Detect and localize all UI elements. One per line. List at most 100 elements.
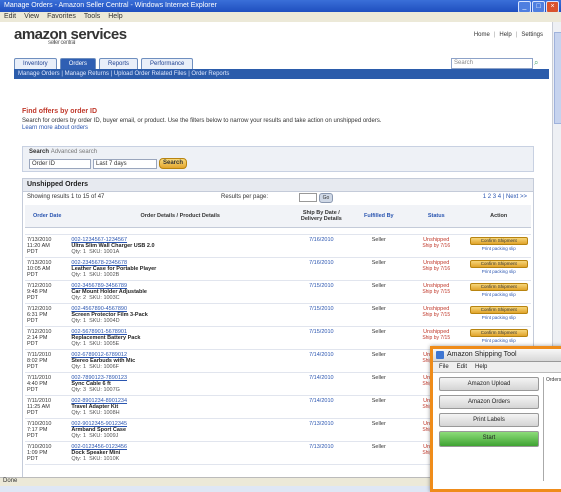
results-per-page-go-button[interactable]: Go xyxy=(319,193,333,203)
menu-view[interactable]: View xyxy=(24,12,39,22)
status-note: Ship by 7/16 xyxy=(422,243,451,249)
popup-side-panel: Orders xyxy=(543,377,561,481)
status-note: Ship by 7/15 xyxy=(422,335,451,341)
order-timezone: PDT xyxy=(27,318,38,324)
status-cell: Unshipped Ship by 7/16 xyxy=(405,234,467,258)
results-per-page-input[interactable] xyxy=(299,193,317,202)
col-fulfilled-by[interactable]: Fulfilled By xyxy=(351,205,406,228)
col-order-date[interactable]: Order Date xyxy=(25,205,70,228)
order-date-cell: 7/10/2010 1:09 PM PDT xyxy=(25,441,70,465)
filter-label: Search Advanced search xyxy=(29,149,97,155)
menu-tools[interactable]: Tools xyxy=(84,12,100,22)
confirm-shipment-button[interactable]: Confirm Shipment xyxy=(469,306,528,314)
print-packing-slip-link[interactable]: Print packing slip xyxy=(468,246,529,251)
scrollbar-thumb[interactable] xyxy=(554,32,561,124)
ship-by-cell: 7/16/2010 xyxy=(291,234,352,258)
confirm-shipment-button[interactable]: Confirm Shipment xyxy=(469,329,528,337)
product-qty: Qty: 1 xyxy=(71,364,87,370)
intro-body: Search for orders by order ID, buyer ema… xyxy=(22,118,382,124)
amazon-upload-button[interactable]: Amazon Upload xyxy=(439,377,539,391)
popup-menu-help[interactable]: Help xyxy=(475,362,487,372)
browser-menubar: Edit View Favorites Tools Help xyxy=(0,12,561,22)
product-meta: Qty: 1 SKU: 1004D xyxy=(71,318,289,324)
site-search-input[interactable]: Search xyxy=(451,58,533,69)
table-row: 7/13/2010 10:05 AM PDT 002-2345678-2345678 L… xyxy=(25,257,531,281)
ship-by-date[interactable]: 7/14/2010 xyxy=(309,375,333,381)
start-button[interactable]: Start xyxy=(439,431,539,447)
order-timezone: PDT xyxy=(27,341,38,347)
fulfilled-by-cell: Seller xyxy=(351,326,406,350)
search-type-select[interactable]: Order ID xyxy=(29,159,91,169)
confirm-shipment-button[interactable]: Confirm Shipment xyxy=(469,237,528,245)
link-help[interactable]: Help xyxy=(499,32,511,38)
order-timezone: PDT xyxy=(27,387,38,393)
popup-menu-file[interactable]: File xyxy=(439,362,449,372)
order-date-cell: 7/10/2010 7:17 PM PDT xyxy=(25,418,70,442)
popup-menubar: File Edit Help xyxy=(433,362,561,373)
ship-by-cell: 7/13/2010 xyxy=(291,418,352,442)
print-labels-button[interactable]: Print Labels xyxy=(439,413,539,427)
ship-by-date[interactable]: 7/14/2010 xyxy=(309,398,333,404)
ship-by-date[interactable]: 7/13/2010 xyxy=(309,421,333,427)
col-action: Action xyxy=(466,205,531,228)
ship-by-date[interactable]: 7/16/2010 xyxy=(309,260,333,266)
order-date-cell: 7/13/2010 10:05 AM PDT xyxy=(25,257,70,281)
separator: | xyxy=(493,32,496,38)
ship-by-date[interactable]: 7/14/2010 xyxy=(309,352,333,358)
search-go-button[interactable]: Search xyxy=(159,158,187,169)
popup-titlebar: Amazon Shipping Tool xyxy=(433,349,561,362)
confirm-shipment-button[interactable]: Confirm Shipment xyxy=(469,283,528,291)
ship-by-date[interactable]: 7/15/2010 xyxy=(309,329,333,335)
ship-by-date[interactable]: 7/15/2010 xyxy=(309,306,333,312)
intro-learn-more-link[interactable]: Learn more about orders xyxy=(22,125,532,131)
ship-by-date[interactable]: 7/15/2010 xyxy=(309,283,333,289)
status-cell: Unshipped Ship by 7/15 xyxy=(405,303,467,327)
product-qty: Qty: 2 xyxy=(71,295,87,301)
order-details-cell: 002-0123456-0123456 Dock Speaker Mini Qty:… xyxy=(69,441,292,465)
orders-panel-header: Unshipped Orders xyxy=(23,179,533,192)
print-packing-slip-link[interactable]: Print packing slip xyxy=(468,315,529,320)
advanced-search-link[interactable]: Advanced search xyxy=(51,149,97,155)
link-settings[interactable]: Settings xyxy=(521,32,543,38)
pagination[interactable]: 1 2 3 4 | Next >> xyxy=(483,194,527,200)
product-meta: Qty: 1 SKU: 1006F xyxy=(71,364,289,370)
order-date-cell: 7/11/2010 11:25 AM PDT xyxy=(25,395,70,419)
orders-subnav[interactable]: Manage Orders | Manage Returns | Upload … xyxy=(14,69,549,79)
ship-by-date[interactable]: 7/13/2010 xyxy=(309,444,333,450)
order-timezone: PDT xyxy=(27,295,38,301)
order-timezone: PDT xyxy=(27,433,38,439)
filter-label-text: Search xyxy=(29,149,50,155)
col-status[interactable]: Status xyxy=(405,205,467,228)
order-timezone: PDT xyxy=(27,456,38,462)
order-details-cell: 002-6789012-6789012 Stereo Earbuds with M… xyxy=(69,349,292,373)
orders-info-bar: Showing results 1 to 15 of 47 Results pe… xyxy=(23,192,533,203)
print-packing-slip-link[interactable]: Print packing slip xyxy=(468,338,529,343)
amazon-orders-button[interactable]: Amazon Orders xyxy=(439,395,539,409)
order-timezone: PDT xyxy=(27,364,38,370)
print-packing-slip-link[interactable]: Print packing slip xyxy=(468,292,529,297)
table-row: 7/13/2010 11:20 AM PDT 002-1234567-1234567 U… xyxy=(25,234,531,258)
popup-menu-edit[interactable]: Edit xyxy=(457,362,467,372)
ship-by-cell: 7/14/2010 xyxy=(291,349,352,373)
link-home[interactable]: Home xyxy=(474,32,490,38)
product-meta: Qty: 1 SKU: 1009J xyxy=(71,433,289,439)
product-sku: SKU: 1005E xyxy=(89,341,120,347)
results-count: Showing results 1 to 15 of 47 xyxy=(27,194,105,200)
menu-help[interactable]: Help xyxy=(108,12,122,22)
separator: | xyxy=(515,32,518,38)
product-sku: SKU: 1004D xyxy=(89,318,120,324)
print-packing-slip-link[interactable]: Print packing slip xyxy=(468,269,529,274)
search-icon[interactable]: ⌕ xyxy=(534,58,543,67)
amazon-services-logo[interactable]: amazon services seller central xyxy=(14,26,127,46)
menu-favorites[interactable]: Favorites xyxy=(47,12,76,22)
fulfilled-by-cell: Seller xyxy=(351,280,406,304)
app-window-icon xyxy=(436,351,444,359)
confirm-shipment-button[interactable]: Confirm Shipment xyxy=(469,260,528,268)
product-sku: SKU: 1008H xyxy=(89,410,120,416)
ship-by-date[interactable]: 7/16/2010 xyxy=(309,237,333,243)
order-date-cell: 7/11/2010 8:02 PM PDT xyxy=(25,349,70,373)
menu-edit[interactable]: Edit xyxy=(4,12,16,22)
action-cell: Confirm ShipmentPrint packing slip xyxy=(466,257,531,281)
date-range-select[interactable]: Last 7 days xyxy=(93,159,157,169)
intro-section: Find offers by order ID Search for order… xyxy=(22,108,532,131)
